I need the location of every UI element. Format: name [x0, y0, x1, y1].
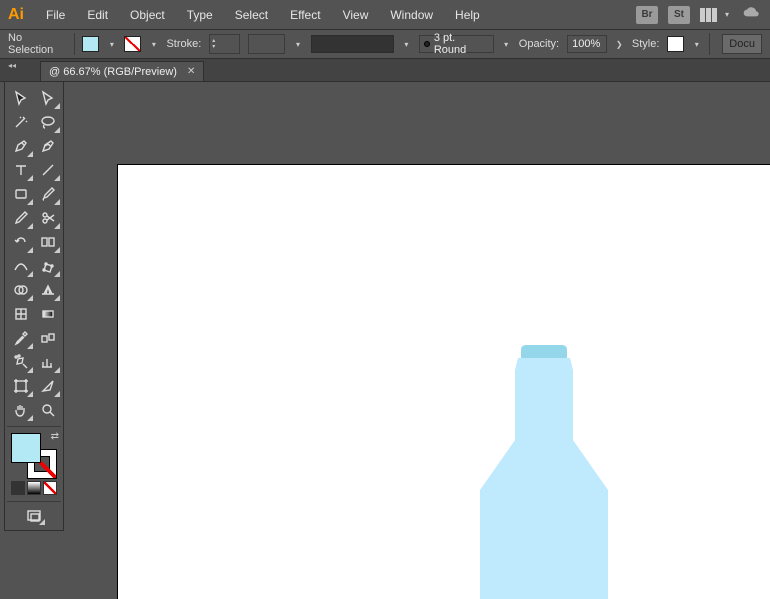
brush-preset-label: 3 pt. Round — [434, 32, 489, 56]
zoom-tool[interactable] — [34, 398, 61, 422]
bridge-icon[interactable]: Br — [636, 6, 658, 24]
sync-settings-icon[interactable] — [742, 5, 762, 24]
close-tab-icon[interactable]: ✕ — [187, 66, 195, 77]
document-tab-bar: ◂◂ @ 66.67% (RGB/Preview) ✕ — [0, 59, 770, 82]
free-transform-tool[interactable] — [34, 254, 61, 278]
width-tool[interactable] — [7, 254, 34, 278]
stroke-swatch[interactable] — [124, 36, 141, 52]
graphic-style-swatch[interactable] — [667, 36, 684, 52]
opacity-value: 100% — [572, 38, 600, 50]
menu-effect[interactable]: Effect — [280, 4, 330, 26]
selection-status: No Selection — [8, 32, 66, 56]
symbol-sprayer-tool[interactable] — [7, 350, 34, 374]
opacity-label: Opacity: — [519, 38, 559, 50]
eyedropper-tool[interactable] — [7, 326, 34, 350]
pen-tool[interactable] — [7, 134, 34, 158]
line-segment-tool[interactable] — [34, 158, 61, 182]
color-mode-solid[interactable] — [11, 481, 25, 495]
document-setup-button[interactable]: Docu — [722, 34, 762, 54]
color-mode-row — [7, 481, 61, 495]
paintbrush-tool[interactable] — [34, 182, 61, 206]
fill-stroke-swatches[interactable]: ⇄ — [11, 433, 57, 479]
vwp-dropdown[interactable]: ▾ — [293, 36, 302, 52]
style-label: Style: — [632, 38, 660, 50]
magic-wand-tool[interactable] — [7, 110, 34, 134]
menu-select[interactable]: Select — [225, 4, 278, 26]
opacity-dropdown[interactable]: ❯ — [615, 36, 624, 52]
brush-dropdown[interactable]: ▾ — [402, 36, 411, 52]
screen-mode-button[interactable] — [22, 506, 46, 526]
opacity-field[interactable]: 100% — [567, 35, 607, 53]
stroke-weight-field[interactable]: ▴▾ — [209, 34, 240, 54]
menu-object[interactable]: Object — [120, 4, 175, 26]
stroke-label: Stroke: — [166, 38, 201, 50]
preset-dropdown[interactable]: ▾ — [502, 36, 511, 52]
menu-bar: Ai File Edit Object Type Select Effect V… — [0, 0, 770, 29]
control-bar: No Selection ▾ ▾ Stroke: ▴▾ ▾ ▾ 3 pt. Ro… — [0, 29, 770, 59]
menu-file[interactable]: File — [36, 4, 75, 26]
scissors-tool[interactable] — [34, 206, 61, 230]
menu-window[interactable]: Window — [380, 4, 443, 26]
stock-icon[interactable]: St — [668, 6, 690, 24]
slice-tool[interactable] — [34, 374, 61, 398]
hand-tool[interactable] — [7, 398, 34, 422]
app-logo-icon: Ai — [6, 5, 26, 25]
dot-icon — [424, 41, 430, 47]
fill-swatch[interactable] — [82, 36, 99, 52]
menu-help[interactable]: Help — [445, 4, 490, 26]
brush-preset[interactable]: 3 pt. Round — [419, 35, 494, 53]
menu-type[interactable]: Type — [177, 4, 223, 26]
tools-panel: ⇄ — [4, 82, 64, 531]
rectangle-tool[interactable] — [7, 182, 34, 206]
work-area: ⇄ — [0, 82, 770, 599]
selection-tool[interactable] — [7, 86, 34, 110]
brush-definition[interactable] — [311, 35, 394, 53]
document-tab[interactable]: @ 66.67% (RGB/Preview) ✕ — [40, 61, 204, 81]
document-tab-title: @ 66.67% (RGB/Preview) — [49, 66, 177, 78]
menu-edit[interactable]: Edit — [77, 4, 118, 26]
fill-dropdown[interactable]: ▾ — [107, 36, 116, 52]
artboard-tool[interactable] — [7, 374, 34, 398]
swap-fill-stroke-icon[interactable]: ⇄ — [51, 431, 59, 442]
chevron-down-icon: ▾ — [722, 7, 732, 23]
artboard[interactable] — [117, 164, 770, 599]
reflect-tool[interactable] — [34, 230, 61, 254]
shape-builder-tool[interactable] — [7, 278, 34, 302]
panel-collapse-icon[interactable]: ◂◂ — [8, 61, 16, 70]
menu-view[interactable]: View — [333, 4, 379, 26]
arrange-documents-button[interactable]: ▾ — [700, 7, 732, 23]
color-mode-none[interactable] — [43, 481, 57, 495]
rotate-tool[interactable] — [7, 230, 34, 254]
perspective-grid-tool[interactable] — [34, 278, 61, 302]
gradient-tool[interactable] — [34, 302, 61, 326]
stroke-dropdown[interactable]: ▾ — [149, 36, 158, 52]
blend-tool[interactable] — [34, 326, 61, 350]
canvas[interactable] — [72, 82, 770, 599]
style-dropdown[interactable]: ▾ — [692, 36, 701, 52]
type-tool[interactable] — [7, 158, 34, 182]
pencil-tool[interactable] — [7, 206, 34, 230]
color-mode-gradient[interactable] — [27, 481, 41, 495]
direct-selection-tool[interactable] — [34, 86, 61, 110]
variable-width-profile[interactable] — [248, 34, 285, 54]
column-graph-tool[interactable] — [34, 350, 61, 374]
mesh-tool[interactable] — [7, 302, 34, 326]
curvature-tool[interactable] — [34, 134, 61, 158]
toolbox-fill-swatch[interactable] — [11, 433, 41, 463]
lasso-tool[interactable] — [34, 110, 61, 134]
bottle-shape[interactable] — [478, 345, 610, 599]
